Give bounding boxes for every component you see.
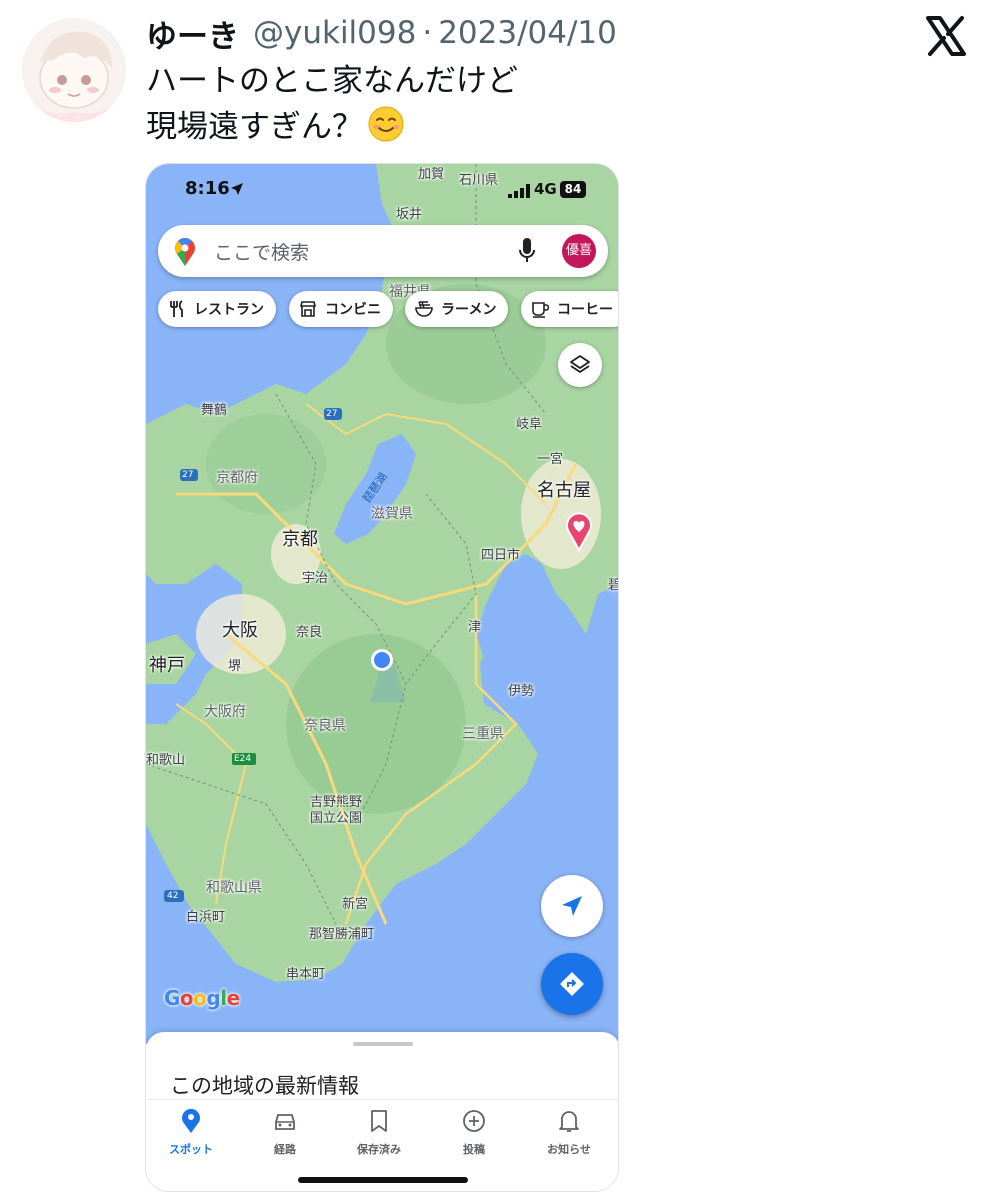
layers-button[interactable]	[558, 343, 602, 387]
bottom-navigation: スポット 経路 保存済み 投稿 お知らせ	[146, 1099, 618, 1191]
account-avatar[interactable]: 優喜	[562, 234, 596, 268]
directions-icon	[560, 972, 584, 996]
x-logo-icon[interactable]	[924, 14, 968, 58]
anime-avatar-illustration	[22, 18, 126, 122]
map-label-kobe[interactable]: 神戸	[149, 655, 185, 677]
map-label-yoshino1[interactable]: 吉野熊野	[310, 795, 362, 811]
map-label-osaka-pref[interactable]: 大阪府	[204, 704, 246, 720]
map-label-wakayama[interactable]: 和歌山	[146, 753, 185, 769]
chip-restaurant[interactable]: レストラン	[158, 291, 276, 327]
map-label-osaka[interactable]: 大阪	[222, 620, 258, 642]
map-label-maizuru[interactable]: 舞鶴	[201, 403, 227, 419]
nav-label: 経路	[274, 1143, 296, 1156]
nav-explore[interactable]: スポット	[151, 1108, 231, 1157]
sheet-drag-handle[interactable]	[353, 1042, 413, 1046]
chip-label: コーヒー	[557, 302, 613, 318]
chip-coffee[interactable]: コーヒー	[521, 291, 618, 327]
status-bar: 8:16 4G 84	[146, 164, 618, 218]
store-icon	[299, 301, 317, 317]
map-label-nachikatsuura[interactable]: 那智勝浦町	[309, 927, 374, 943]
map-label-tsu[interactable]: 津	[468, 620, 481, 636]
map-label-yoshino2[interactable]: 国立公園	[310, 811, 362, 827]
tweet-text-line2: 現場遠すぎん？	[146, 104, 518, 150]
map-label-yokkaichi[interactable]: 四日市	[481, 548, 520, 564]
tweet-date[interactable]: 2023/04/10	[438, 15, 617, 51]
map-label-sakai[interactable]: 堺	[228, 659, 241, 675]
heart-pin-icon[interactable]	[565, 512, 593, 552]
map-label-shiga[interactable]: 滋賀県	[371, 506, 413, 522]
my-location-button[interactable]	[541, 875, 603, 937]
map-label-shirahama[interactable]: 白浜町	[186, 910, 225, 926]
microphone-icon[interactable]	[518, 238, 536, 264]
map-label-shingu[interactable]: 新宮	[342, 897, 368, 913]
search-input[interactable]: ここで検索	[214, 238, 309, 265]
pin-icon	[182, 1108, 200, 1133]
map-label-kyoto-pref[interactable]: 京都府	[216, 470, 258, 486]
map-label-hekinan-edge[interactable]: 碧	[608, 578, 618, 594]
map-label-gifu[interactable]: 岐阜	[516, 417, 542, 433]
location-arrow-icon	[231, 183, 243, 195]
map-label-kushimoto[interactable]: 串本町	[286, 967, 325, 983]
navigation-arrow-icon	[562, 896, 582, 916]
plus-circle-icon	[463, 1110, 485, 1132]
map-label-ichinomiya[interactable]: 一宮	[537, 452, 563, 468]
chip-label: レストラン	[194, 302, 264, 318]
tweet-text-line1: ハートのとこ家なんだけど	[146, 63, 518, 99]
bell-icon	[559, 1111, 579, 1132]
sheet-title: この地域の最新情報	[170, 1074, 359, 1098]
nav-label: お知らせ	[547, 1143, 591, 1156]
map-label-ise[interactable]: 伊勢	[508, 684, 534, 700]
map-label-nara-pref[interactable]: 奈良県	[304, 718, 346, 734]
chip-ramen[interactable]: ラーメン	[405, 291, 509, 327]
restaurant-icon	[170, 300, 183, 317]
search-bar[interactable]: ここで検索 優喜	[158, 225, 608, 277]
signal-bars-icon	[508, 184, 530, 198]
coffee-icon	[532, 302, 549, 318]
status-time: 8:16	[185, 178, 230, 199]
car-icon	[275, 1114, 295, 1130]
phone-screenshot: 加賀 石川県 坂井 福井県 舞鶴 京都府 琵琶湖 滋賀県 岐阜 一宮 名古屋 四…	[145, 163, 619, 1192]
tweet-text: ハートのとこ家なんだけど 現場遠すぎん？	[146, 58, 518, 150]
display-name[interactable]: ゆーき	[146, 11, 239, 56]
home-indicator[interactable]	[298, 1177, 468, 1183]
tweet-text-line2-text: 現場遠すぎん？	[146, 109, 363, 145]
user-handle[interactable]: @yukil098	[253, 15, 416, 51]
nav-updates[interactable]: お知らせ	[529, 1108, 609, 1157]
nav-contribute[interactable]: 投稿	[434, 1108, 514, 1157]
route-42-number: 42	[167, 891, 179, 901]
map-label-uji[interactable]: 宇治	[302, 571, 328, 587]
chip-label: ラーメン	[441, 302, 497, 318]
route-27a-number: 27	[326, 409, 338, 419]
battery-indicator: 84	[560, 181, 586, 198]
ramen-icon	[415, 301, 433, 317]
nav-label: スポット	[169, 1143, 213, 1156]
directions-button[interactable]	[541, 953, 603, 1015]
expressway-e24-number: E24	[234, 754, 252, 764]
smiling-face-emoji-icon	[368, 106, 404, 142]
current-location-icon[interactable]	[358, 644, 418, 704]
user-avatar[interactable]	[22, 18, 126, 122]
map-label-wakayama-pref[interactable]: 和歌山県	[206, 880, 262, 896]
map-label-nara[interactable]: 奈良	[296, 625, 322, 641]
google-maps-pin-icon	[175, 238, 195, 266]
nav-label: 保存済み	[357, 1143, 401, 1156]
tweet-header: ゆーき @yukil098 · 2023/04/10	[146, 11, 617, 56]
chip-convenience-store[interactable]: コンビニ	[289, 291, 393, 327]
nav-go[interactable]: 経路	[245, 1108, 325, 1157]
map-label-mie[interactable]: 三重県	[462, 726, 504, 742]
layers-icon	[570, 355, 590, 373]
separator-dot: ·	[422, 15, 433, 51]
network-type: 4G	[534, 180, 557, 198]
chip-label: コンビニ	[325, 302, 381, 318]
map-label-nagoya[interactable]: 名古屋	[537, 480, 591, 502]
bookmark-icon	[371, 1110, 387, 1132]
nav-label: 投稿	[463, 1143, 485, 1156]
map-label-kyoto[interactable]: 京都	[282, 529, 318, 551]
google-logo: Google	[164, 986, 240, 1010]
nav-saved[interactable]: 保存済み	[339, 1108, 419, 1157]
route-27b-number: 27	[182, 470, 194, 480]
